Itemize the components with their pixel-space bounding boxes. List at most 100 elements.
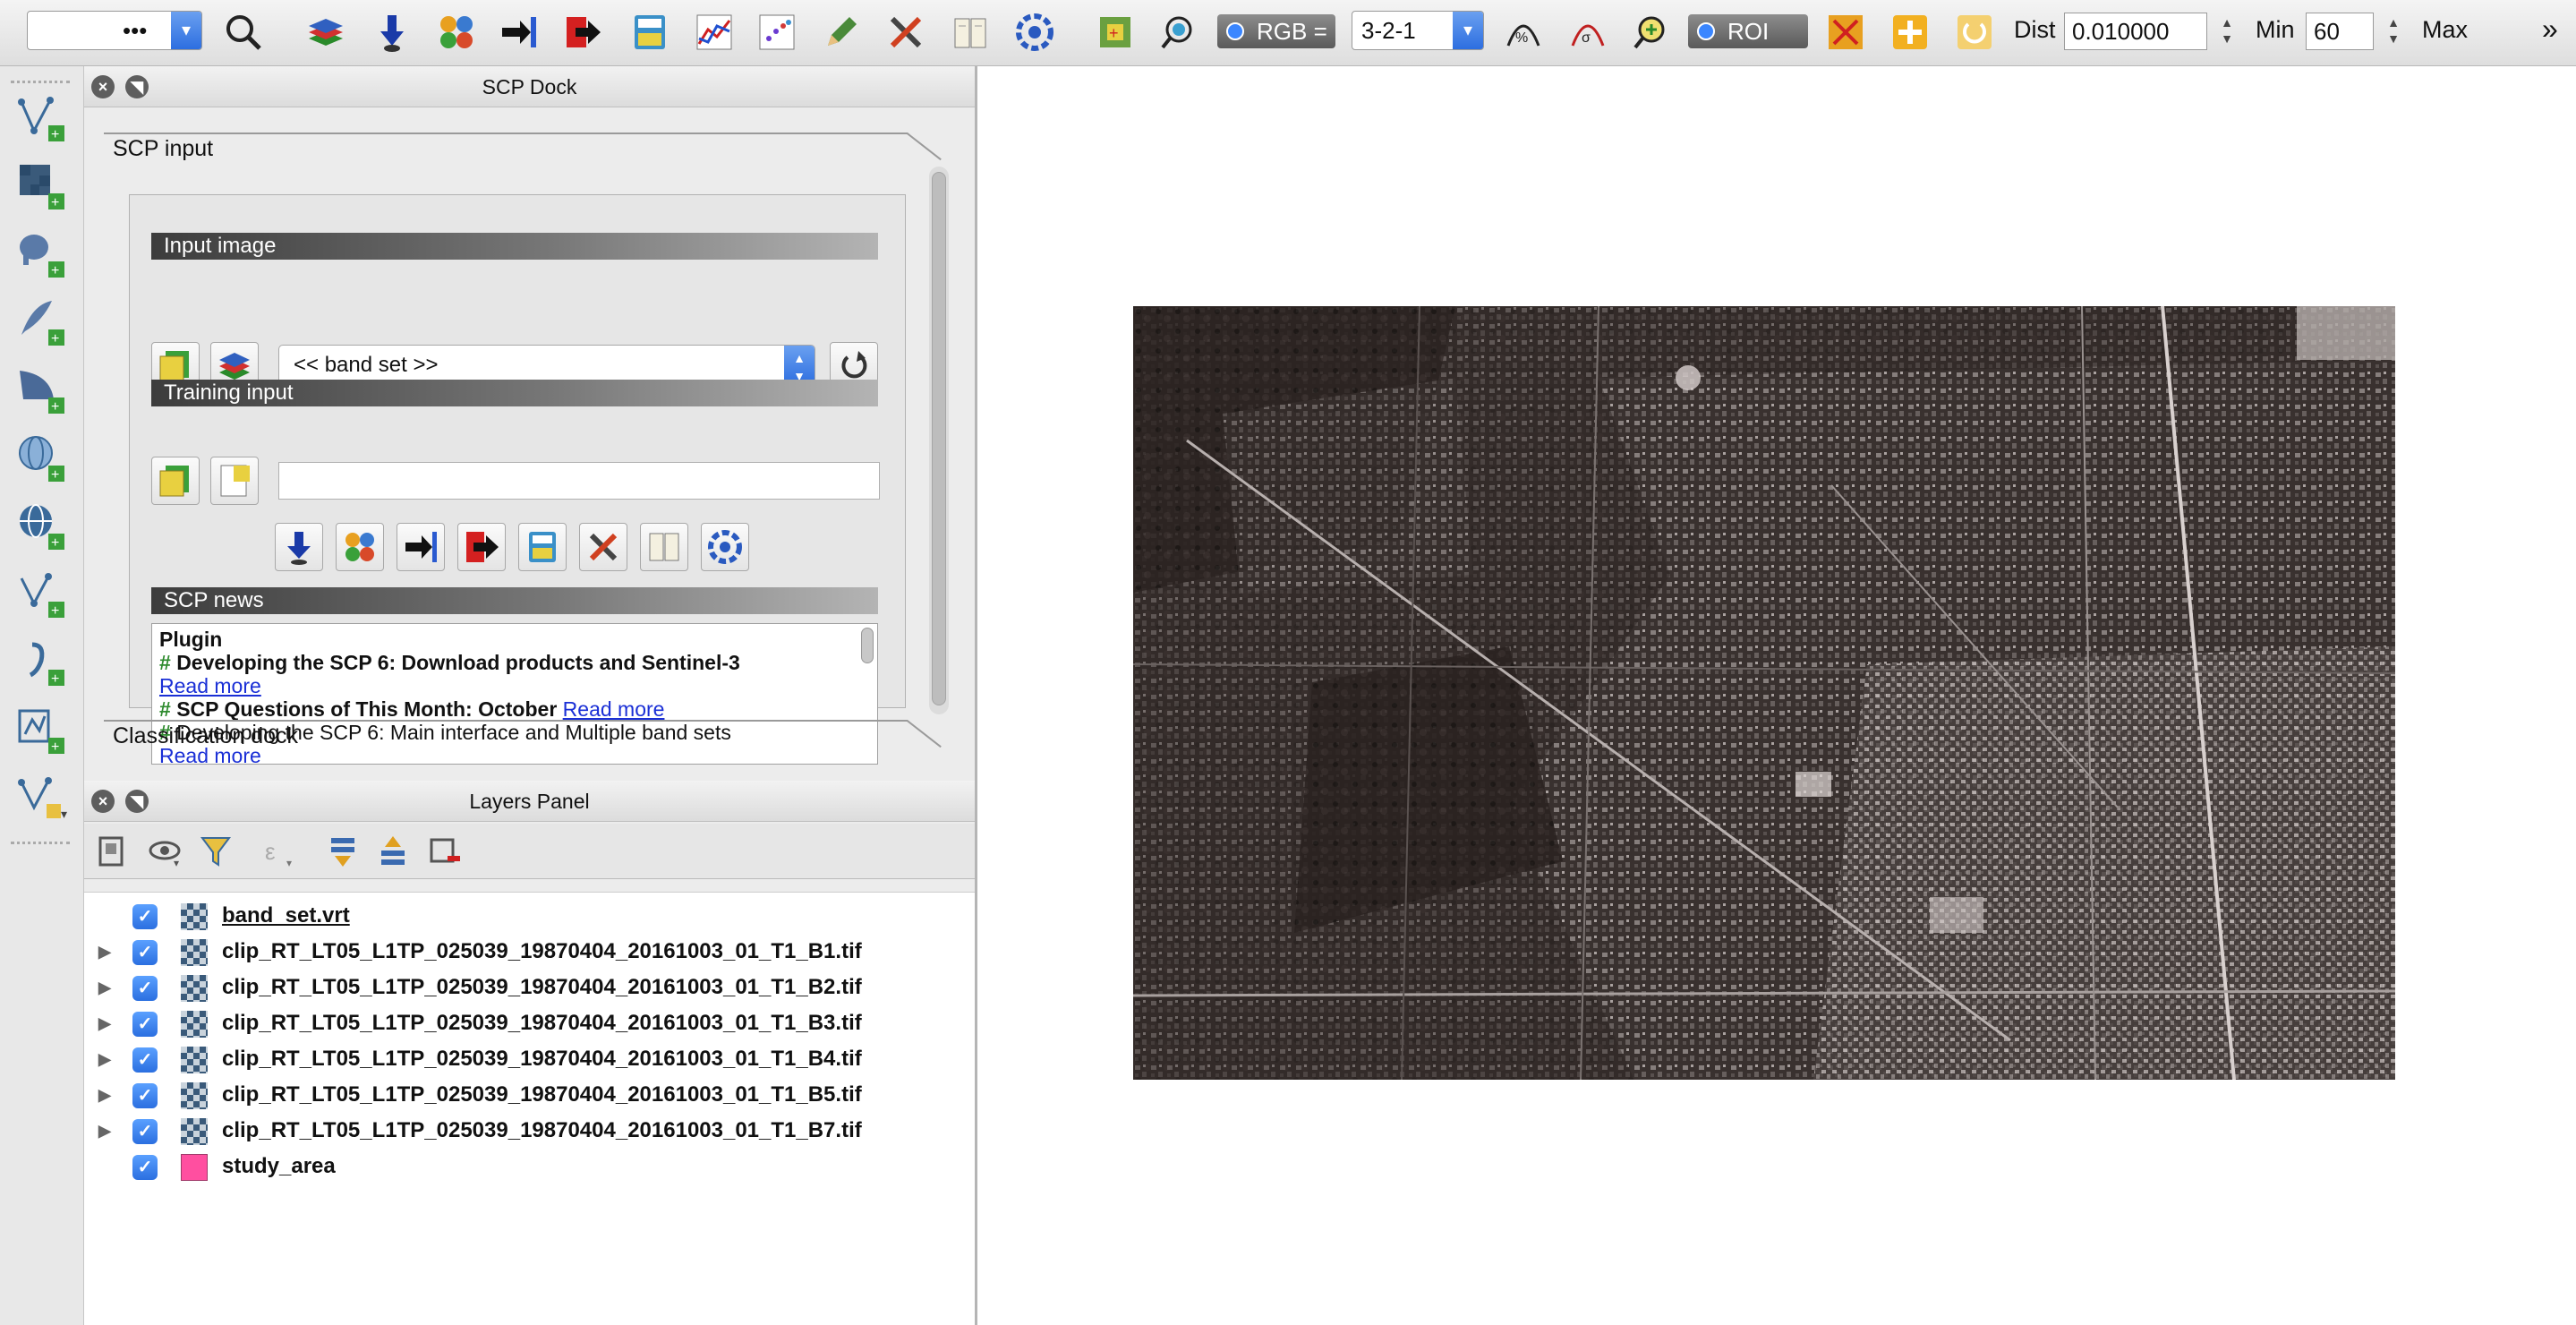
- dist-stepper[interactable]: ▲ ▼: [2216, 14, 2238, 50]
- add-wcs-layer-button[interactable]: +: [14, 500, 68, 553]
- redo-roi-button[interactable]: [1951, 9, 1998, 56]
- satellite-image: [1133, 306, 2395, 1080]
- band-calc-button[interactable]: [627, 9, 673, 56]
- band-calc-button[interactable]: [518, 523, 567, 571]
- scatter-plot-button[interactable]: [754, 9, 800, 56]
- filter-by-expression-button[interactable]: ε ▾: [260, 833, 297, 870]
- help-support-button[interactable]: [701, 523, 749, 571]
- layer-visibility-checkbox[interactable]: ✓: [132, 904, 158, 929]
- input-image-value: << band set >>: [294, 353, 439, 377]
- settings-tools-button[interactable]: [883, 9, 929, 56]
- layer-row-study-area[interactable]: ✓ study_area: [84, 1149, 975, 1184]
- news-scrollbar[interactable]: [861, 628, 874, 663]
- news-read-more-link[interactable]: Read more: [563, 697, 665, 721]
- layer-visibility-checkbox[interactable]: ✓: [132, 1155, 158, 1180]
- preprocessing-button[interactable]: [397, 523, 445, 571]
- add-roi-button[interactable]: [1887, 9, 1933, 56]
- news-read-more-link[interactable]: Read more: [159, 674, 261, 697]
- add-spatialite-layer-button[interactable]: +: [14, 295, 68, 349]
- min-input[interactable]: 60: [2306, 13, 2374, 50]
- layer-row[interactable]: ▶ ✓ clip_RT_LT05_L1TP_025039_19870404_20…: [84, 934, 975, 970]
- add-raster-layer-button[interactable]: +: [14, 159, 68, 213]
- dock-scrollbar-thumb[interactable]: [932, 172, 946, 705]
- close-icon[interactable]: ×: [91, 790, 115, 813]
- classification-dock-tab[interactable]: Classification dock: [113, 723, 298, 749]
- add-mssql-layer-button[interactable]: +: [14, 363, 68, 417]
- add-vector-layer-button[interactable]: +: [14, 91, 68, 145]
- float-dock-icon[interactable]: ◥: [125, 75, 149, 98]
- svg-text:+: +: [51, 739, 59, 755]
- edit-raster-button[interactable]: [818, 9, 865, 56]
- remove-layer-button[interactable]: [426, 833, 464, 870]
- settings-tools-button[interactable]: [579, 523, 627, 571]
- tools-button[interactable]: [336, 523, 384, 571]
- download-products-button[interactable]: [369, 9, 415, 56]
- tools-button[interactable]: [433, 9, 480, 56]
- layer-row[interactable]: ▶ ✓ clip_RT_LT05_L1TP_025039_19870404_20…: [84, 1041, 975, 1077]
- expand-arrow-icon[interactable]: ▶: [98, 1005, 111, 1041]
- preprocessing-button[interactable]: [496, 9, 542, 56]
- band-set-button[interactable]: [303, 9, 349, 56]
- add-virtual-layer-button[interactable]: +: [14, 704, 68, 757]
- expand-arrow-icon[interactable]: ▶: [98, 970, 111, 1005]
- close-icon[interactable]: ×: [91, 75, 115, 98]
- expand-arrow-icon[interactable]: ▶: [98, 934, 111, 970]
- layer-visibility-checkbox[interactable]: ✓: [132, 1047, 158, 1073]
- layer-row[interactable]: ▶ ✓ clip_RT_LT05_L1TP_025039_19870404_20…: [84, 1005, 975, 1041]
- layer-row[interactable]: ▶ ✓ clip_RT_LT05_L1TP_025039_19870404_20…: [84, 1077, 975, 1113]
- postprocessing-button[interactable]: [457, 523, 506, 571]
- min-stepper[interactable]: ▲ ▼: [2383, 14, 2404, 50]
- add-postgis-layer-button[interactable]: +: [14, 227, 68, 281]
- user-manual-button[interactable]: [640, 523, 688, 571]
- add-delimited-text-layer-button[interactable]: +: [14, 636, 68, 689]
- layers-toolbar: ▾ ε ▾: [84, 824, 975, 879]
- layer-visibility-checkbox[interactable]: ✓: [132, 1012, 158, 1037]
- spectral-plot-button[interactable]: [691, 9, 738, 56]
- scp-input-tab[interactable]: SCP input: [113, 136, 213, 162]
- new-shapefile-layer-button[interactable]: ▾: [14, 772, 68, 825]
- expand-arrow-icon[interactable]: ▶: [98, 1077, 111, 1113]
- layer-row-band-set[interactable]: ✓ band_set.vrt: [84, 898, 975, 934]
- zoom-preview-button[interactable]: [1629, 9, 1676, 56]
- layer-visibility-checkbox[interactable]: ✓: [132, 976, 158, 1001]
- roi-toggle[interactable]: ROI: [1688, 14, 1808, 48]
- postprocessing-button[interactable]: [560, 9, 607, 56]
- rgb-composite-select[interactable]: 3-2-1 ▾: [1352, 11, 1484, 50]
- layer-visibility-checkbox[interactable]: ✓: [132, 1119, 158, 1144]
- download-products-button[interactable]: [275, 523, 323, 571]
- user-manual-button[interactable]: [947, 9, 994, 56]
- help-support-button[interactable]: [1011, 9, 1058, 56]
- layer-visibility-checkbox[interactable]: ✓: [132, 940, 158, 965]
- layer-row[interactable]: ▶ ✓ clip_RT_LT05_L1TP_025039_19870404_20…: [84, 970, 975, 1005]
- float-dock-icon[interactable]: ◥: [125, 790, 149, 813]
- add-wfs-layer-button[interactable]: +: [14, 568, 68, 621]
- layer-visibility-checkbox[interactable]: ✓: [132, 1083, 158, 1108]
- local-cumulative-stretch-button[interactable]: %: [1500, 9, 1547, 56]
- local-std-dev-stretch-button[interactable]: σ: [1565, 9, 1611, 56]
- layers-tree: ✓ band_set.vrt ▶ ✓ clip_RT_LT05_L1TP_025…: [84, 892, 975, 1325]
- manage-visibility-button[interactable]: ▾: [147, 833, 184, 870]
- new-training-input-button[interactable]: [210, 457, 259, 505]
- dist-input[interactable]: 0.010000: [2064, 13, 2207, 50]
- zoom-search-button[interactable]: [220, 9, 267, 56]
- collapse-all-button[interactable]: [374, 833, 412, 870]
- toolbar-overflow-button[interactable]: »: [2542, 13, 2558, 46]
- create-roi-button[interactable]: +: [1092, 9, 1139, 56]
- open-layer-styling-button[interactable]: [93, 833, 131, 870]
- roi-remove-button[interactable]: [1822, 9, 1869, 56]
- expand-arrow-icon[interactable]: ▶: [98, 1041, 111, 1077]
- training-input-field[interactable]: [278, 462, 880, 500]
- add-wms-layer-button[interactable]: +: [14, 432, 68, 485]
- dock-scrollbar[interactable]: [929, 167, 949, 714]
- layer-row[interactable]: ▶ ✓ clip_RT_LT05_L1TP_025039_19870404_20…: [84, 1113, 975, 1149]
- rgb-toggle[interactable]: RGB =: [1217, 14, 1335, 48]
- open-training-input-button[interactable]: [151, 457, 200, 505]
- map-canvas[interactable]: [977, 66, 2576, 1325]
- min-value: 60: [2314, 18, 2340, 45]
- zoom-to-roi-button[interactable]: [1156, 9, 1203, 56]
- sail-add-icon: +: [20, 371, 64, 415]
- expand-arrow-icon[interactable]: ▶: [98, 1113, 111, 1149]
- toolbar-first-combo[interactable]: ••• ▾: [27, 11, 202, 50]
- filter-legend-button[interactable]: [197, 833, 235, 870]
- expand-all-button[interactable]: [324, 833, 362, 870]
